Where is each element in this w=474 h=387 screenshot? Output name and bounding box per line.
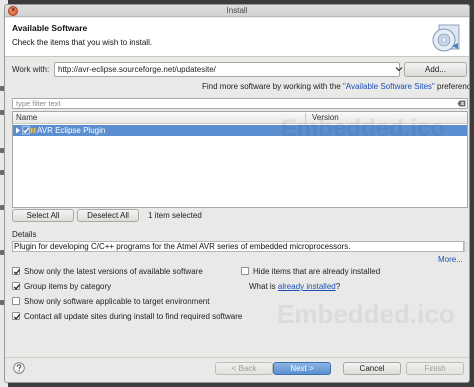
details-text: Plugin for developing C/C++ programs for… [12, 241, 464, 252]
help-icon[interactable] [13, 362, 25, 374]
target-environment-checkbox[interactable] [12, 297, 20, 305]
contact-update-sites-label: Contact all update sites during install … [24, 312, 243, 321]
hide-installed-label: Hide items that are already installed [253, 267, 381, 276]
deselect-all-button[interactable]: Deselect All [77, 209, 139, 222]
dialog-banner: Available Software Check the items that … [5, 18, 469, 57]
what-is-prefix: What is [249, 282, 278, 291]
chevron-down-icon[interactable] [395, 65, 403, 73]
finish-button[interactable]: Finish [406, 362, 464, 375]
back-button[interactable]: < Back [215, 362, 273, 375]
details-scrollbar[interactable] [464, 241, 469, 252]
plugin-icon [30, 127, 36, 134]
select-all-button[interactable]: Select All [12, 209, 74, 222]
expand-triangle-icon[interactable] [15, 127, 21, 134]
check-mark-icon [13, 269, 21, 275]
filter-input[interactable]: type filter text [12, 98, 468, 109]
banner-subtitle: Check the items that you wish to install… [12, 38, 153, 47]
software-table: Name Version AVR Eclipse Plugin Embedded… [12, 111, 468, 208]
install-cd-icon [432, 24, 460, 52]
already-installed-link[interactable]: already installed [278, 282, 336, 291]
close-icon[interactable]: × [8, 6, 18, 16]
target-environment-label: Show only software applicable to target … [24, 297, 210, 306]
work-with-input[interactable]: http://avr-eclipse.sourceforge.net/updat… [54, 62, 400, 77]
banner-title: Available Software [12, 23, 88, 33]
details-label: Details [12, 230, 37, 239]
cancel-button[interactable]: Cancel [343, 362, 401, 375]
already-installed-question: What is already installed? [249, 282, 340, 291]
more-link[interactable]: More... [438, 255, 463, 264]
hint-prefix: Find more software by working with the [202, 82, 343, 91]
clear-filter-icon[interactable] [457, 100, 466, 107]
window-title: Install [226, 6, 248, 15]
next-button[interactable]: Next > [273, 362, 331, 375]
contact-update-sites-checkbox[interactable] [12, 312, 21, 320]
hide-installed-checkbox[interactable] [241, 267, 249, 275]
work-with-label: Work with: [12, 65, 50, 74]
check-mark-icon [13, 284, 21, 290]
available-sites-hint: Find more software by working with the "… [202, 82, 470, 91]
what-is-suffix: ? [335, 282, 341, 291]
column-name[interactable]: Name [16, 113, 37, 122]
footer-separator [5, 357, 469, 358]
watermark: Embedded.ico [277, 299, 455, 329]
group-by-category-label: Group items by category [24, 282, 112, 291]
latest-versions-label: Show only the latest versions of availab… [24, 267, 203, 276]
group-by-category-checkbox[interactable] [12, 282, 21, 290]
check-mark-icon [13, 314, 21, 320]
selection-status: 1 item selected [148, 211, 202, 220]
row-checkbox[interactable] [22, 126, 30, 135]
latest-versions-checkbox[interactable] [12, 267, 21, 275]
available-software-sites-link[interactable]: "Available Software Sites" [343, 82, 435, 91]
hint-suffix: preferences. [436, 82, 470, 91]
plugin-name: AVR Eclipse Plugin [37, 126, 106, 135]
add-site-button[interactable]: Add... [404, 62, 467, 77]
watermark: Embedded.ico [281, 115, 446, 142]
install-dialog: × Install Available Software Check the i… [4, 4, 470, 383]
title-bar: × Install [5, 5, 469, 17]
